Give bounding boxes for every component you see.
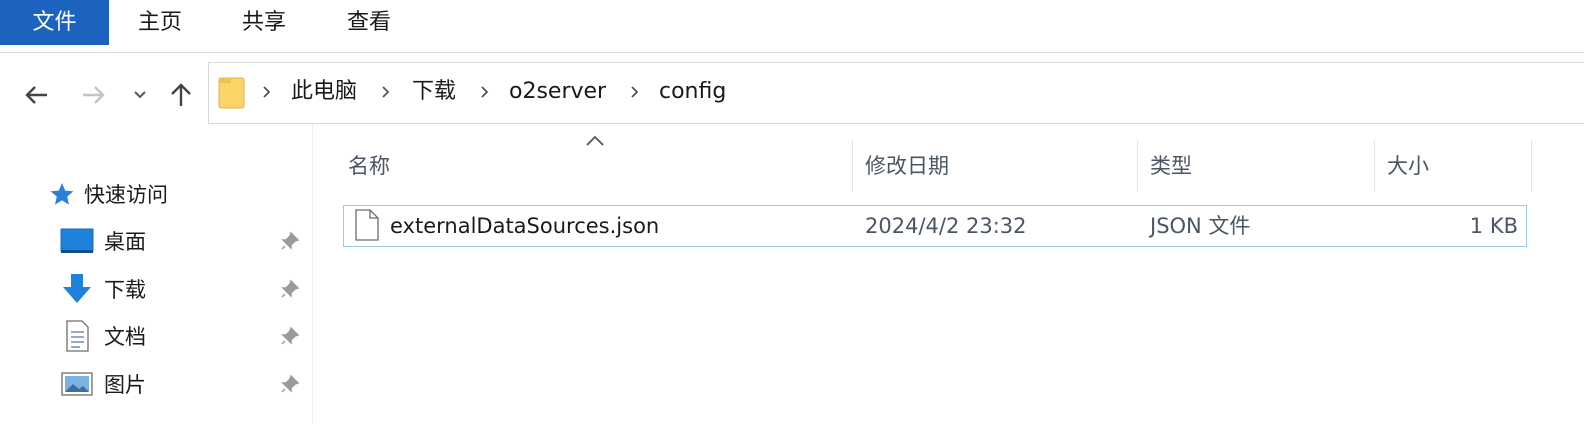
sidebar-item-label: 下载 bbox=[104, 278, 146, 302]
breadcrumb-separator-icon[interactable] bbox=[376, 81, 396, 103]
column-divider[interactable] bbox=[1531, 140, 1532, 192]
column-divider[interactable] bbox=[1374, 140, 1375, 192]
pin-icon[interactable] bbox=[280, 279, 300, 299]
arrow-up-icon bbox=[171, 83, 191, 106]
breadcrumb-o2server[interactable]: o2server bbox=[509, 77, 606, 107]
breadcrumb-this-pc[interactable]: 此电脑 bbox=[291, 77, 357, 107]
breadcrumb-separator-icon[interactable] bbox=[625, 81, 645, 103]
tab-home[interactable]: 主页 bbox=[109, 0, 211, 45]
file-size: 1 KB bbox=[1469, 214, 1518, 238]
sidebar-item-label: 桌面 bbox=[104, 230, 146, 254]
tab-share[interactable]: 共享 bbox=[213, 0, 315, 45]
file-modified: 2024/4/2 23:32 bbox=[865, 214, 1027, 238]
sidebar-item-desktop[interactable]: 桌面 bbox=[60, 221, 310, 261]
file-icon bbox=[355, 209, 379, 241]
pictures-icon bbox=[61, 372, 93, 396]
ribbon-tabs: 文件 主页 共享 查看 bbox=[0, 0, 1584, 53]
column-header-type[interactable]: 类型 bbox=[1150, 150, 1192, 180]
pin-icon[interactable] bbox=[280, 374, 300, 394]
desktop-icon bbox=[60, 228, 94, 253]
breadcrumb-downloads[interactable]: 下载 bbox=[412, 77, 456, 107]
arrow-left-icon bbox=[25, 86, 47, 104]
arrow-right-icon bbox=[83, 86, 105, 104]
file-type: JSON 文件 bbox=[1150, 214, 1251, 238]
tab-view[interactable]: 查看 bbox=[318, 0, 420, 45]
breadcrumb-separator-icon[interactable] bbox=[257, 81, 277, 103]
forward-button[interactable] bbox=[76, 76, 112, 114]
sidebar-item-pictures[interactable]: 图片 bbox=[60, 364, 310, 404]
quick-access-label: 快速访问 bbox=[84, 183, 168, 207]
sidebar-item-label: 图片 bbox=[104, 373, 146, 397]
column-divider[interactable] bbox=[852, 140, 853, 192]
sort-ascending-icon bbox=[586, 135, 604, 146]
quick-access[interactable]: 快速访问 bbox=[48, 179, 168, 209]
back-button[interactable] bbox=[18, 76, 54, 114]
breadcrumb-separator-icon[interactable] bbox=[475, 81, 495, 103]
file-row[interactable]: externalDataSources.json 2024/4/2 23:32 … bbox=[343, 205, 1527, 247]
breadcrumb-config[interactable]: config bbox=[659, 77, 726, 107]
pin-icon[interactable] bbox=[280, 326, 300, 346]
chevron-down-icon bbox=[134, 91, 146, 99]
column-divider[interactable] bbox=[1137, 140, 1138, 192]
navigation-pane: 快速访问 桌面 下载 文档 图片 bbox=[0, 124, 313, 424]
star-icon bbox=[50, 183, 74, 205]
sidebar-item-label: 文档 bbox=[104, 325, 146, 349]
sidebar-item-documents[interactable]: 文档 bbox=[60, 316, 310, 356]
sidebar-item-downloads[interactable]: 下载 bbox=[60, 269, 310, 309]
document-icon bbox=[66, 320, 89, 352]
recent-locations-button[interactable] bbox=[124, 76, 156, 114]
column-header-name[interactable]: 名称 bbox=[348, 150, 390, 180]
tab-file[interactable]: 文件 bbox=[0, 0, 109, 45]
address-bar[interactable]: 此电脑 下载 o2server config bbox=[208, 62, 1584, 124]
pin-icon[interactable] bbox=[280, 231, 300, 251]
folder-icon bbox=[218, 77, 245, 109]
column-header-modified[interactable]: 修改日期 bbox=[865, 150, 949, 180]
file-name: externalDataSources.json bbox=[390, 214, 660, 238]
download-arrow-icon bbox=[63, 274, 91, 303]
column-header-size[interactable]: 大小 bbox=[1387, 150, 1429, 180]
up-button[interactable] bbox=[163, 76, 199, 114]
